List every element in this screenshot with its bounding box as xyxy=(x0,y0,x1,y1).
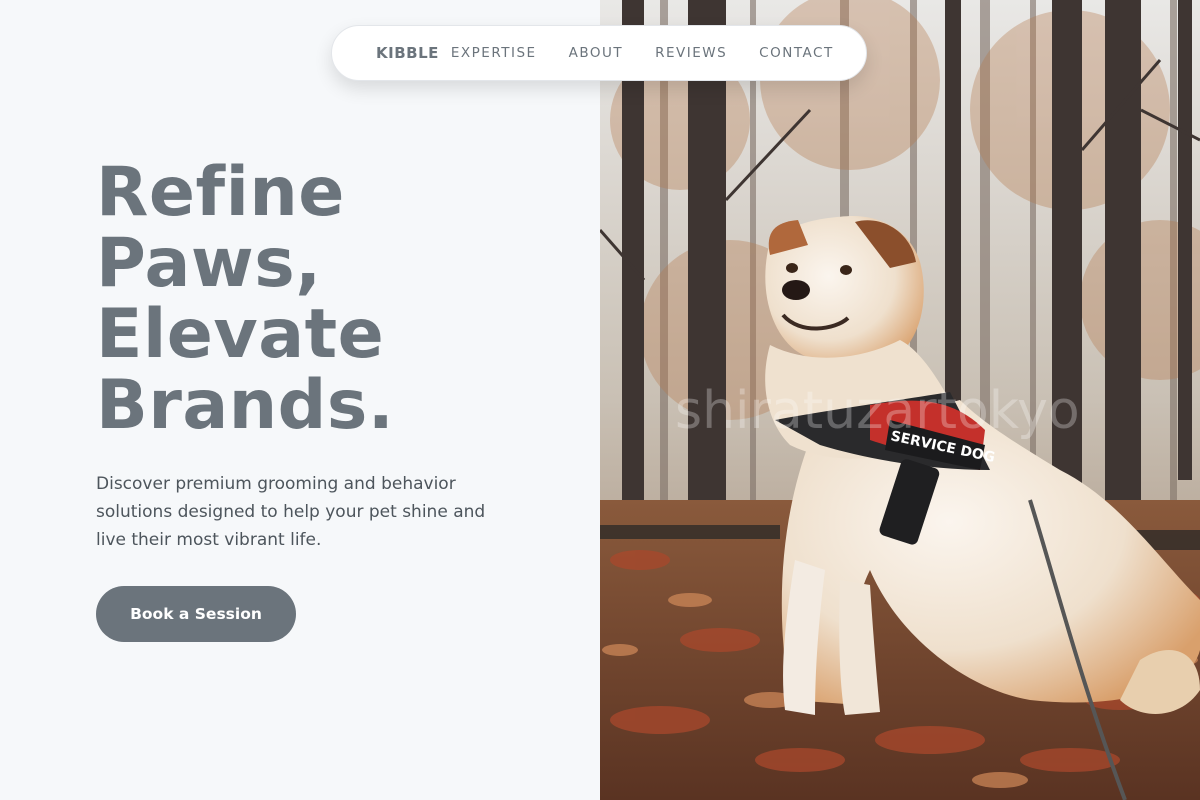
hero-title-line: Paws, xyxy=(96,224,322,303)
hero-title: Refine Paws, Elevate Brands. xyxy=(96,157,394,441)
brand-logo[interactable]: KIBBLE xyxy=(376,44,439,62)
landing-page: Refine Paws, Elevate Brands. Discover pr… xyxy=(0,0,1200,800)
nav-link-about[interactable]: ABOUT xyxy=(569,45,624,61)
nav-link-expertise[interactable]: EXPERTISE xyxy=(451,45,537,61)
hero-title-line: Elevate xyxy=(96,295,385,374)
hero-title-line: Refine xyxy=(96,153,345,232)
nav-link-contact[interactable]: CONTACT xyxy=(759,45,834,61)
book-session-button[interactable]: Book a Session xyxy=(96,586,296,642)
hero-panel: Refine Paws, Elevate Brands. Discover pr… xyxy=(0,0,600,800)
hero-description: Discover premium grooming and behavior s… xyxy=(96,474,486,550)
top-nav: KIBBLE EXPERTISE ABOUT REVIEWS CONTACT xyxy=(331,25,867,81)
hero-title-line: Brands. xyxy=(96,366,395,445)
nav-link-reviews[interactable]: REVIEWS xyxy=(655,45,727,61)
hero-photo: SERVICE DOG shiratuzartokyo xyxy=(600,0,1200,800)
dog-in-forest-image: SERVICE DOG shiratuzartokyo xyxy=(600,0,1200,800)
watermark-text: shiratuzartokyo xyxy=(675,381,1080,441)
